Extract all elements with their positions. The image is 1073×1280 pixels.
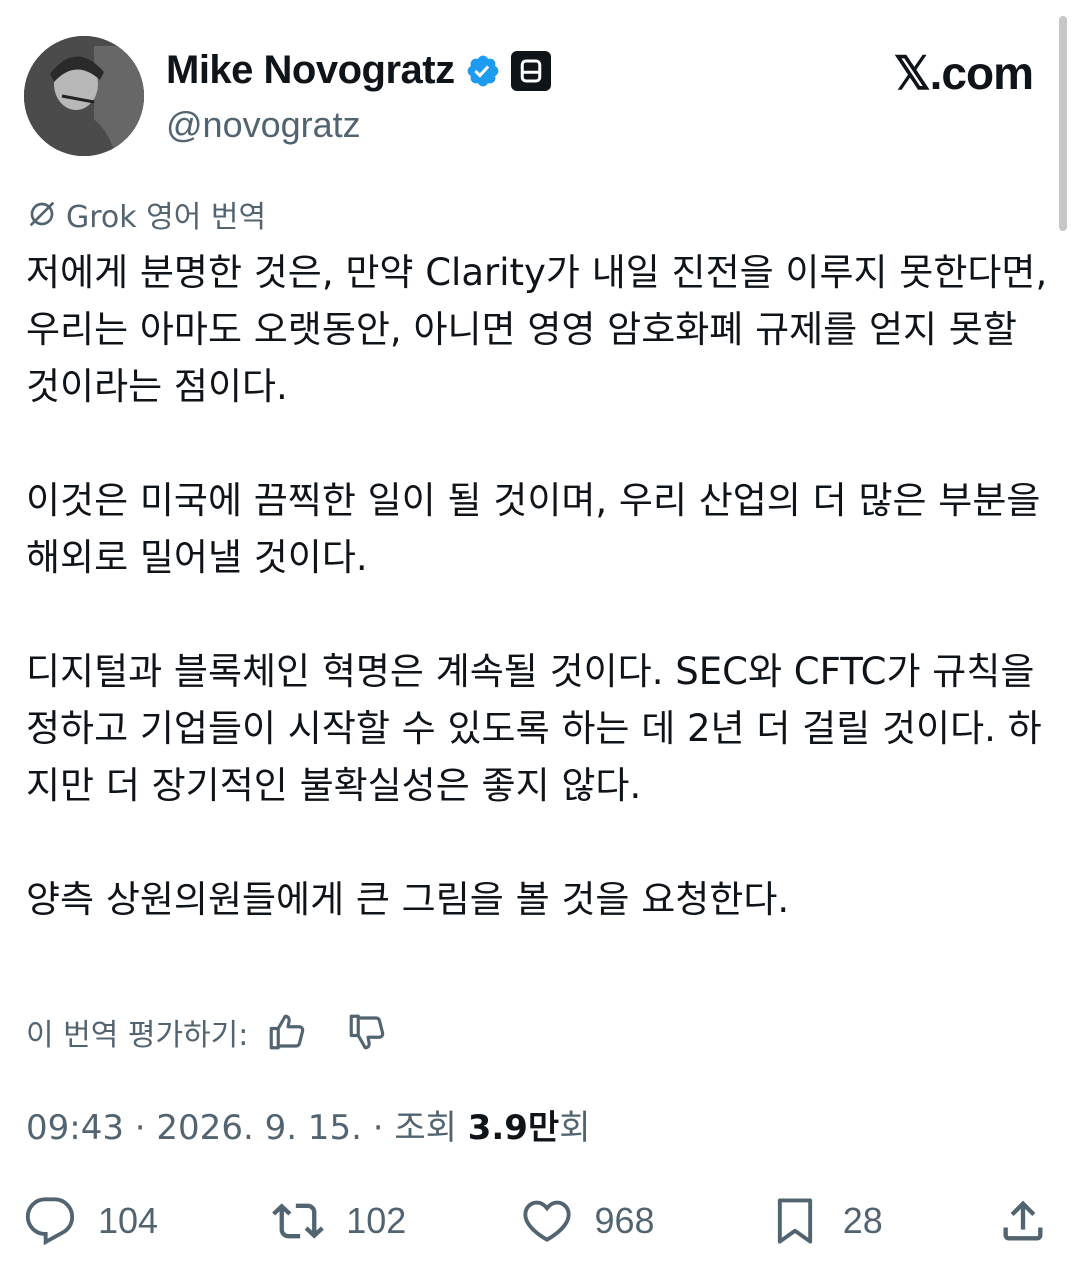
- action-bar: 104 102 968 28: [24, 1186, 1049, 1256]
- scrollbar[interactable]: [1059, 16, 1067, 231]
- bookmark-button[interactable]: 28: [769, 1195, 883, 1247]
- repost-icon: [272, 1203, 325, 1239]
- tweet-paragraph: 저에게 분명한 것은, 만약 Clarity가 내일 진전을 이루지 못한다면,…: [26, 251, 1048, 408]
- views-count: 3.9만: [467, 1108, 560, 1148]
- x-logo: 𝕏.com: [893, 47, 1034, 99]
- heart-icon: [522, 1200, 571, 1242]
- bookmark-icon: [777, 1198, 812, 1244]
- avatar[interactable]: [24, 36, 144, 156]
- thumbs-up-icon[interactable]: [266, 1011, 308, 1053]
- tweet-paragraph: 이것은 미국에 끔찍한 일이 될 것이며, 우리 산업의 더 많은 부분을 해외…: [26, 479, 1041, 579]
- repost-count: 102: [346, 1200, 407, 1241]
- avatar-image: [24, 36, 144, 156]
- rate-translation-label: 이 번역 평가하기:: [26, 1018, 249, 1053]
- thumbs-down-icon[interactable]: [346, 1011, 388, 1053]
- repost-button[interactable]: 102: [272, 1195, 406, 1247]
- tweet-header: Mike Novogratz @novogratz 𝕏.com: [24, 36, 1034, 160]
- tweet-paragraph: 양측 상원의원들에게 큰 그림을 볼 것을 요청한다.: [26, 878, 790, 921]
- rate-translation: 이 번역 평가하기:: [26, 1010, 388, 1054]
- tweet-text: 저에게 분명한 것은, 만약 Clarity가 내일 진전을 이루지 못한다면,…: [26, 244, 1056, 928]
- tweet-paragraph: 디지털과 블록체인 혁명은 계속될 것이다. SEC와 CFTC가 규칙을 정하…: [26, 650, 1042, 807]
- handle[interactable]: @novogratz: [166, 104, 361, 146]
- grok-translation-label[interactable]: Grok 영어 번역: [26, 192, 266, 236]
- tweet-time[interactable]: 09:43: [26, 1108, 124, 1148]
- reply-icon: [25, 1197, 75, 1246]
- affiliate-badge-icon[interactable]: [510, 50, 551, 91]
- share-icon: [1003, 1200, 1043, 1241]
- views-prefix: 조회: [394, 1108, 468, 1148]
- tweet-date[interactable]: 2026. 9. 15.: [156, 1108, 361, 1148]
- views-suffix: 회: [559, 1108, 591, 1148]
- grok-label-text: Grok 영어 번역: [66, 200, 267, 235]
- name-row: Mike Novogratz: [166, 48, 551, 93]
- reply-count: 104: [98, 1200, 159, 1241]
- reply-button[interactable]: 104: [24, 1195, 158, 1247]
- tweet-meta: 09:43 · 2026. 9. 15. · 조회 3.9만 회: [26, 1100, 591, 1149]
- display-name[interactable]: Mike Novogratz: [166, 48, 455, 93]
- like-button[interactable]: 968: [521, 1195, 655, 1247]
- meta-separator: ·: [361, 1108, 395, 1148]
- verified-badge-icon: [465, 53, 501, 89]
- like-count: 968: [594, 1200, 655, 1241]
- share-button[interactable]: [997, 1195, 1049, 1247]
- bookmark-count: 28: [842, 1200, 883, 1241]
- grok-icon: [29, 201, 55, 227]
- meta-separator: ·: [123, 1108, 157, 1148]
